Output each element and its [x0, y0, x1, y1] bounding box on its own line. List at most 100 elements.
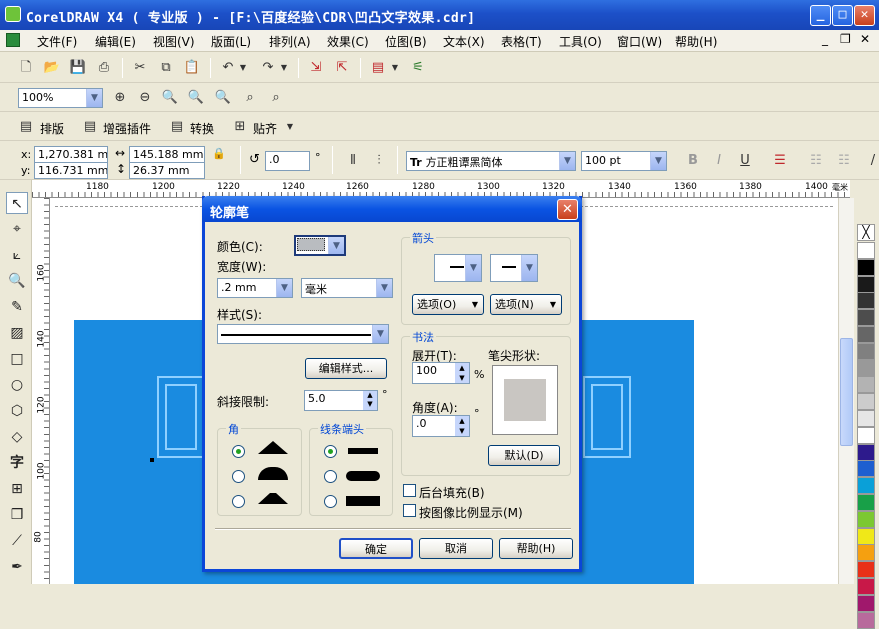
stretch-field[interactable]: 100 ▲ ▼: [412, 362, 470, 384]
color-swatch[interactable]: [857, 376, 875, 394]
color-swatch[interactable]: [857, 342, 875, 360]
default-nib-button[interactable]: 默认(D): [488, 445, 560, 466]
spinner-icon[interactable]: ▲ ▼: [455, 416, 469, 436]
width-unit-select[interactable]: 毫米 ▼: [301, 278, 393, 298]
color-swatch[interactable]: [857, 242, 875, 259]
color-swatch[interactable]: [857, 460, 875, 478]
convert-button[interactable]: 转换: [190, 120, 214, 137]
close-button[interactable]: ✕: [854, 5, 875, 26]
cancel-button[interactable]: 取消: [419, 538, 493, 559]
outline-tool-icon[interactable]: ✒: [6, 556, 28, 578]
basic-shapes-tool-icon[interactable]: ◇: [6, 426, 28, 448]
text-alignment-icon[interactable]: ☰: [770, 151, 790, 171]
text-tool-icon[interactable]: 字: [6, 452, 28, 474]
embossed-text-character[interactable]: [157, 376, 205, 458]
y-position-field[interactable]: 116.731 mm: [34, 162, 108, 179]
menu-window[interactable]: 窗口(W): [617, 33, 662, 50]
square-cap-radio[interactable]: [324, 495, 337, 508]
rotation-angle-field[interactable]: .0: [265, 151, 310, 171]
menu-bitmaps[interactable]: 位图(B): [385, 33, 427, 50]
zoom-all-objects-icon[interactable]: 🔍: [186, 88, 206, 108]
save-icon[interactable]: 💾: [68, 58, 88, 78]
color-swatch[interactable]: [857, 359, 875, 377]
start-arrow-select[interactable]: ▼: [434, 254, 482, 282]
rectangle-tool-icon[interactable]: □: [6, 348, 28, 370]
bullets-icon[interactable]: ☷: [806, 151, 826, 171]
table-tool-icon[interactable]: ⊞: [6, 478, 28, 500]
miter-corner-radio[interactable]: [232, 445, 245, 458]
typesetting-button[interactable]: 排版: [40, 120, 64, 137]
menu-edit[interactable]: 编辑(E): [95, 33, 136, 50]
color-swatch[interactable]: [857, 410, 875, 427]
scale-with-image-checkbox[interactable]: [403, 504, 416, 517]
ellipse-tool-icon[interactable]: ○: [6, 374, 28, 396]
object-width-field[interactable]: 145.188 mm: [129, 146, 205, 163]
bevel-corner-radio[interactable]: [232, 495, 245, 508]
color-swatch[interactable]: [857, 527, 875, 545]
zoom-in-icon[interactable]: ⊕: [110, 88, 130, 108]
copy-icon[interactable]: ⧉: [156, 58, 176, 78]
import-icon[interactable]: ⇲: [306, 58, 326, 78]
freehand-tool-icon[interactable]: ✎: [6, 296, 28, 318]
crop-tool-icon[interactable]: ⟀: [6, 244, 28, 266]
vertical-scrollbar[interactable]: [838, 198, 854, 584]
embossed-text-character[interactable]: [583, 376, 631, 458]
redo-dropdown-icon[interactable]: ▼: [279, 58, 289, 78]
open-icon[interactable]: 📂: [42, 58, 62, 78]
color-swatch[interactable]: [857, 443, 875, 461]
x-position-field[interactable]: 1,270.381 mm: [34, 146, 108, 163]
underline-icon[interactable]: U: [735, 151, 755, 171]
zoom-tool-icon[interactable]: 🔍: [6, 270, 28, 292]
font-family-select[interactable]: Tr 方正粗谭黑简体 ▼: [406, 151, 576, 171]
behind-fill-checkbox[interactable]: [403, 484, 416, 497]
round-cap-radio[interactable]: [324, 470, 337, 483]
shape-tool-icon[interactable]: ⌖: [6, 218, 28, 240]
nib-angle-field[interactable]: .0 ▲ ▼: [412, 415, 470, 437]
color-swatch[interactable]: [857, 494, 875, 511]
dialog-close-button[interactable]: ✕: [557, 199, 578, 220]
menu-help[interactable]: 帮助(H): [675, 33, 717, 50]
zoom-page-width-icon[interactable]: ⌕: [240, 88, 260, 108]
vertical-ruler[interactable]: 160 140 120 100 80: [32, 198, 50, 584]
object-height-field[interactable]: 26.37 mm: [129, 162, 205, 179]
menu-effects[interactable]: 效果(C): [327, 33, 369, 50]
maximize-button[interactable]: □: [832, 5, 853, 26]
outline-width-select[interactable]: .2 mm ▼: [217, 278, 293, 298]
menu-tools[interactable]: 工具(O): [559, 33, 602, 50]
menu-view[interactable]: 视图(V): [153, 33, 195, 50]
paste-icon[interactable]: 📋: [182, 58, 202, 78]
menu-file[interactable]: 文件(F): [37, 33, 77, 50]
menu-layout[interactable]: 版面(L): [211, 33, 251, 50]
pick-tool-icon[interactable]: ↖: [6, 192, 28, 214]
menu-table[interactable]: 表格(T): [501, 33, 542, 50]
zoom-out-icon[interactable]: ⊖: [135, 88, 155, 108]
launcher-dropdown-icon[interactable]: ▼: [390, 58, 400, 78]
color-swatch[interactable]: [857, 544, 875, 562]
redo-icon[interactable]: ↷: [258, 58, 278, 78]
cut-icon[interactable]: ✂: [130, 58, 150, 78]
color-swatch[interactable]: [857, 477, 875, 495]
zoom-level-select[interactable]: 100% ▼: [18, 88, 103, 108]
line-style-select[interactable]: ▼: [217, 324, 389, 344]
lock-ratio-icon[interactable]: 🔒: [212, 147, 226, 160]
end-arrow-options-button[interactable]: 选项(N) ▼: [490, 294, 562, 315]
ok-button[interactable]: 确定: [339, 538, 413, 559]
application-launcher-icon[interactable]: ▤: [368, 58, 388, 78]
snap-button[interactable]: 贴齐: [253, 120, 277, 137]
export-icon[interactable]: ⇱: [332, 58, 352, 78]
italic-icon[interactable]: I: [709, 151, 729, 171]
smart-fill-tool-icon[interactable]: ▨: [6, 322, 28, 344]
color-swatch[interactable]: [857, 510, 875, 528]
color-swatch[interactable]: [857, 426, 875, 444]
no-color-swatch[interactable]: ╳: [857, 224, 875, 241]
eyedropper-tool-icon[interactable]: ⟋: [6, 530, 28, 552]
miter-limit-field[interactable]: 5.0 ▲ ▼: [304, 390, 378, 411]
round-corner-radio[interactable]: [232, 470, 245, 483]
print-icon[interactable]: ⎙: [94, 58, 114, 78]
color-swatch[interactable]: [857, 393, 875, 411]
edit-style-button[interactable]: 编辑样式...: [305, 358, 387, 379]
nib-shape-preview[interactable]: [492, 365, 558, 435]
start-arrow-options-button[interactable]: 选项(O) ▼: [412, 294, 484, 315]
mirror-horizontal-icon[interactable]: ⫴: [343, 151, 363, 171]
help-button[interactable]: 帮助(H): [499, 538, 573, 559]
